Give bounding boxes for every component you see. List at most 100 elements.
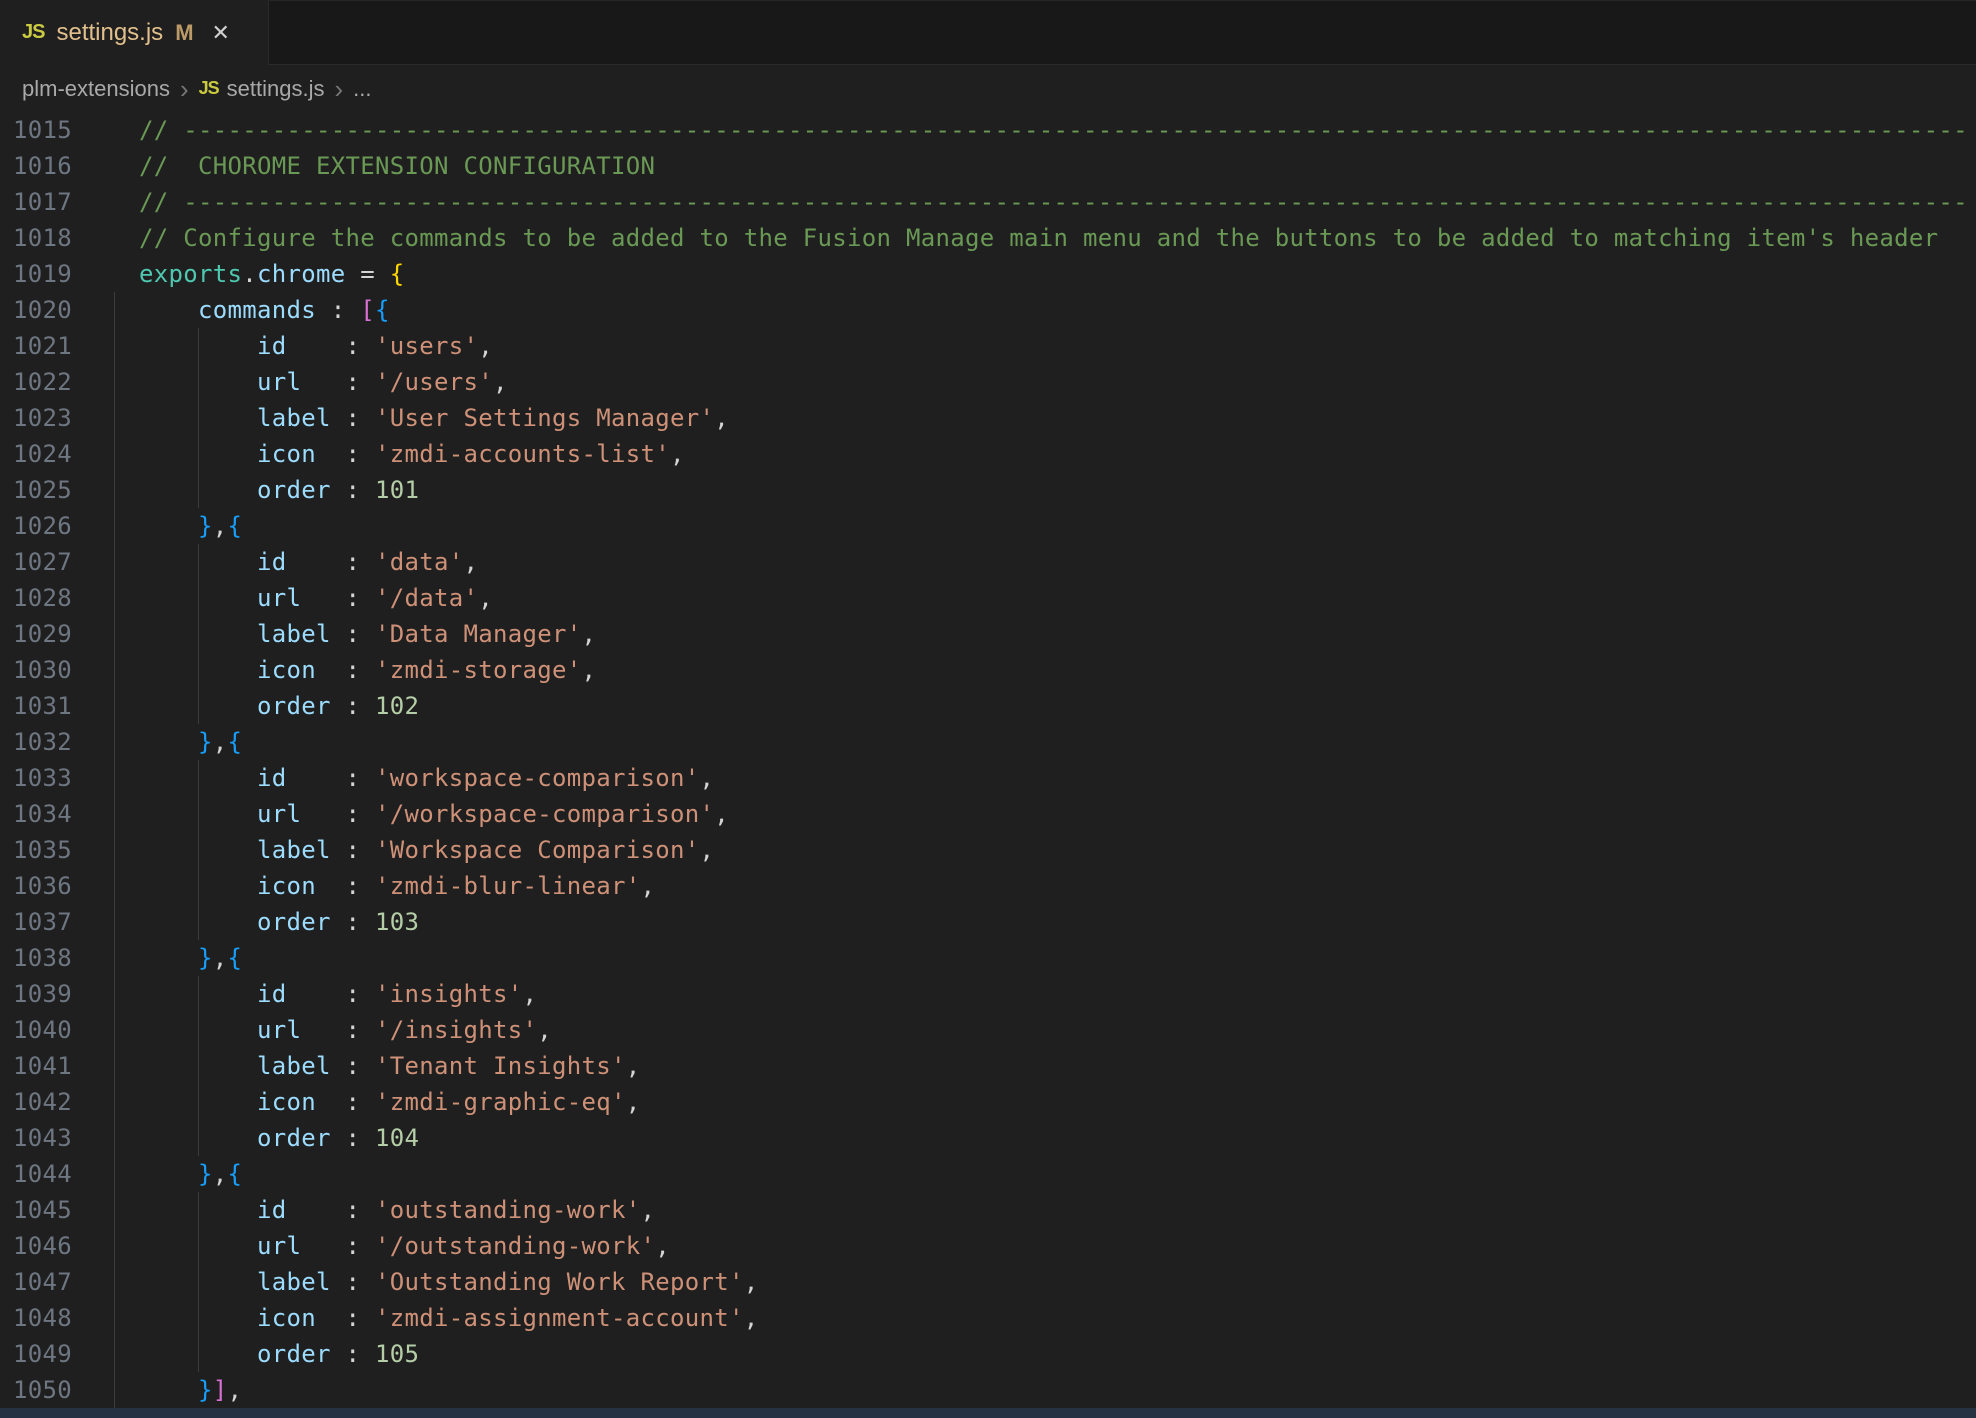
code-line[interactable]: 1031 order : 102: [0, 688, 1976, 724]
code-line[interactable]: 1016 // CHOROME EXTENSION CONFIGURATION: [0, 148, 1976, 184]
line-number[interactable]: 1040: [0, 1012, 72, 1048]
line-number[interactable]: 1046: [0, 1228, 72, 1264]
code-line[interactable]: 1037 order : 103: [0, 904, 1976, 940]
code-line[interactable]: 1038 },{: [0, 940, 1976, 976]
line-number[interactable]: 1045: [0, 1192, 72, 1228]
line-number[interactable]: 1041: [0, 1048, 72, 1084]
code-text[interactable]: order : 102: [139, 688, 419, 724]
line-number[interactable]: 1021: [0, 328, 72, 364]
code-text[interactable]: url : '/workspace-comparison',: [139, 796, 729, 832]
code-line[interactable]: 1019exports.chrome = {: [0, 256, 1976, 292]
line-number[interactable]: 1034: [0, 796, 72, 832]
code-line[interactable]: 1023 label : 'User Settings Manager',: [0, 400, 1976, 436]
line-number[interactable]: 1015: [0, 112, 72, 148]
code-line[interactable]: 1015// ---------------------------------…: [0, 112, 1976, 148]
code-line[interactable]: 1027 id : 'data',: [0, 544, 1976, 580]
code-line[interactable]: 1020 commands : [{: [0, 292, 1976, 328]
line-number[interactable]: 1038: [0, 940, 72, 976]
code-line[interactable]: 1032 },{: [0, 724, 1976, 760]
close-tab-icon[interactable]: ✕: [212, 20, 230, 46]
code-line[interactable]: 1049 order : 105: [0, 1336, 1976, 1372]
line-number[interactable]: 1030: [0, 652, 72, 688]
breadcrumb-symbol-ellipsis[interactable]: ...: [353, 76, 371, 102]
code-line[interactable]: 1025 order : 101: [0, 472, 1976, 508]
line-number[interactable]: 1020: [0, 292, 72, 328]
code-text[interactable]: id : 'insights',: [139, 976, 537, 1012]
line-number[interactable]: 1029: [0, 616, 72, 652]
line-number[interactable]: 1039: [0, 976, 72, 1012]
line-number[interactable]: 1033: [0, 760, 72, 796]
code-line[interactable]: 1017 // ---------------------------------…: [0, 184, 1976, 220]
breadcrumb-file[interactable]: settings.js: [227, 76, 325, 102]
line-number[interactable]: 1035: [0, 832, 72, 868]
code-line[interactable]: 1048 icon : 'zmdi-assignment-account',: [0, 1300, 1976, 1336]
code-text[interactable]: label : 'User Settings Manager',: [139, 400, 729, 436]
code-line[interactable]: 1050 }],: [0, 1372, 1976, 1408]
code-line[interactable]: 1040 url : '/insights',: [0, 1012, 1976, 1048]
line-number[interactable]: 1049: [0, 1336, 72, 1372]
code-text[interactable]: id : 'workspace-comparison',: [139, 760, 714, 796]
code-text[interactable]: id : 'users',: [139, 328, 493, 364]
code-line[interactable]: 1029 label : 'Data Manager',: [0, 616, 1976, 652]
code-text[interactable]: label : 'Tenant Insights',: [139, 1048, 641, 1084]
code-text[interactable]: // CHOROME EXTENSION CONFIGURATION: [139, 148, 655, 184]
code-line[interactable]: 1033 id : 'workspace-comparison',: [0, 760, 1976, 796]
code-text[interactable]: commands : [{: [139, 292, 390, 328]
code-text[interactable]: url : '/data',: [139, 580, 493, 616]
code-text[interactable]: order : 101: [139, 472, 419, 508]
code-text[interactable]: label : 'Workspace Comparison',: [139, 832, 714, 868]
code-text[interactable]: order : 103: [139, 904, 419, 940]
line-number[interactable]: 1037: [0, 904, 72, 940]
code-text[interactable]: label : 'Data Manager',: [139, 616, 596, 652]
code-line[interactable]: 1035 label : 'Workspace Comparison',: [0, 832, 1976, 868]
code-text[interactable]: url : '/outstanding-work',: [139, 1228, 670, 1264]
line-number[interactable]: 1026: [0, 508, 72, 544]
line-number[interactable]: 1016: [0, 148, 72, 184]
line-number[interactable]: 1044: [0, 1156, 72, 1192]
code-text[interactable]: id : 'outstanding-work',: [139, 1192, 655, 1228]
line-number[interactable]: 1017: [0, 184, 72, 220]
code-line[interactable]: 1030 icon : 'zmdi-storage',: [0, 652, 1976, 688]
code-text[interactable]: },{: [139, 724, 242, 760]
code-text[interactable]: url : '/users',: [139, 364, 508, 400]
code-line[interactable]: 1036 icon : 'zmdi-blur-linear',: [0, 868, 1976, 904]
code-text[interactable]: label : 'Outstanding Work Report',: [139, 1264, 758, 1300]
line-number[interactable]: 1036: [0, 868, 72, 904]
code-line[interactable]: 1041 label : 'Tenant Insights',: [0, 1048, 1976, 1084]
line-number[interactable]: 1031: [0, 688, 72, 724]
code-text[interactable]: exports.chrome = {: [139, 256, 405, 292]
code-line[interactable]: 1024 icon : 'zmdi-accounts-list',: [0, 436, 1976, 472]
code-text[interactable]: order : 104: [139, 1120, 419, 1156]
code-text[interactable]: icon : 'zmdi-graphic-eq',: [139, 1084, 641, 1120]
breadcrumb-folder[interactable]: plm-extensions: [22, 76, 170, 102]
code-text[interactable]: url : '/insights',: [139, 1012, 552, 1048]
line-number[interactable]: 1042: [0, 1084, 72, 1120]
code-editor[interactable]: 1015 // ---------------------------------…: [0, 112, 1976, 1408]
code-text[interactable]: icon : 'zmdi-blur-linear',: [139, 868, 655, 904]
code-text[interactable]: // Configure the commands to be added to…: [139, 220, 1938, 256]
line-number[interactable]: 1032: [0, 724, 72, 760]
line-number[interactable]: 1050: [0, 1372, 72, 1408]
code-line[interactable]: 1045 id : 'outstanding-work',: [0, 1192, 1976, 1228]
code-line[interactable]: 1044 },{: [0, 1156, 1976, 1192]
code-text[interactable]: icon : 'zmdi-assignment-account',: [139, 1300, 758, 1336]
line-number[interactable]: 1027: [0, 544, 72, 580]
code-line[interactable]: 1022 url : '/users',: [0, 364, 1976, 400]
code-line[interactable]: 1042 icon : 'zmdi-graphic-eq',: [0, 1084, 1976, 1120]
code-line[interactable]: 1046 url : '/outstanding-work',: [0, 1228, 1976, 1264]
code-line[interactable]: 1047 label : 'Outstanding Work Report',: [0, 1264, 1976, 1300]
code-line[interactable]: 1018 // Configure the commands to be adde…: [0, 220, 1976, 256]
tab-settings-js[interactable]: JS settings.js M ✕: [0, 0, 268, 65]
code-text[interactable]: icon : 'zmdi-accounts-list',: [139, 436, 685, 472]
code-line[interactable]: 1039 id : 'insights',: [0, 976, 1976, 1012]
code-text[interactable]: icon : 'zmdi-storage',: [139, 652, 596, 688]
line-number[interactable]: 1018: [0, 220, 72, 256]
code-text[interactable]: // -------------------------------------…: [139, 184, 1968, 220]
code-text[interactable]: },{: [139, 508, 242, 544]
code-line[interactable]: 1026 },{: [0, 508, 1976, 544]
code-line[interactable]: 1021 id : 'users',: [0, 328, 1976, 364]
line-number[interactable]: 1028: [0, 580, 72, 616]
code-line[interactable]: 1043 order : 104: [0, 1120, 1976, 1156]
code-line[interactable]: 1028 url : '/data',: [0, 580, 1976, 616]
code-text[interactable]: },{: [139, 940, 242, 976]
